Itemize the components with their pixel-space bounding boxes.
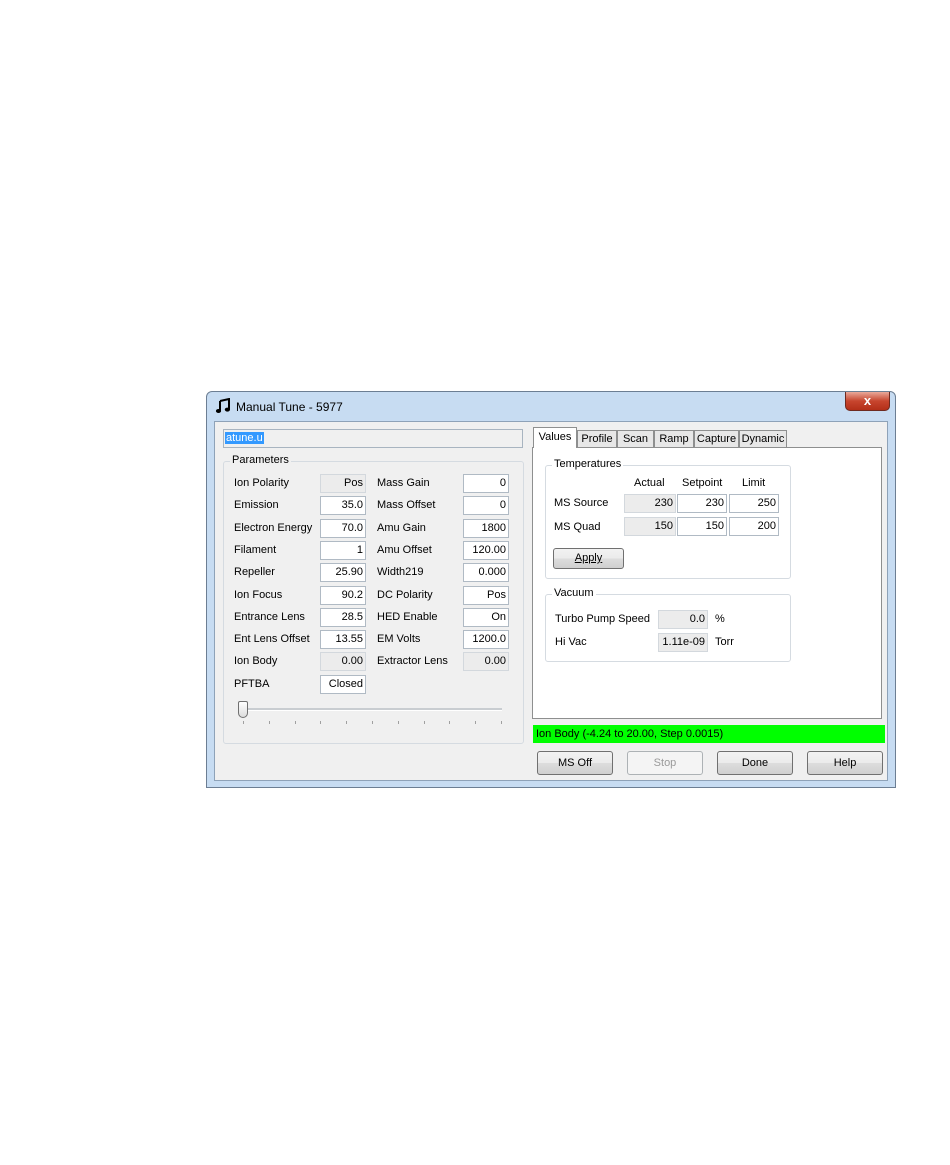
param-right-label: Amu Offset <box>377 543 432 556</box>
slider-tick <box>294 721 296 724</box>
slider-tick <box>449 721 451 724</box>
slider-tick <box>346 721 348 724</box>
param-left-label: Ent Lens Offset <box>234 633 310 646</box>
param-right-value[interactable]: 0.000 <box>463 563 509 583</box>
param-left-value[interactable]: 35.0 <box>320 496 366 516</box>
hi-vac-value: 1.11e-09 <box>658 633 708 652</box>
tab-ramp[interactable]: Ramp <box>654 430 694 448</box>
parameter-slider-thumb[interactable] <box>238 701 248 718</box>
param-left-label: Ion Body <box>234 655 278 668</box>
param-left-label: Ion Polarity <box>234 477 290 489</box>
dialog-client-area: atune.u Parameters Ion Polarity Pos Emissi… <box>214 421 888 781</box>
param-left-label: Electron Energy <box>234 521 313 534</box>
title-bar[interactable]: Manual Tune - 5977 x <box>207 392 895 420</box>
ms-off-button[interactable]: MS Off <box>537 751 613 775</box>
parameters-title: Parameters <box>230 454 291 466</box>
param-right-value[interactable]: 120.00 <box>463 540 509 560</box>
slider-tick <box>320 721 322 724</box>
param-left-value[interactable]: 13.55 <box>320 630 366 650</box>
slider-tick <box>397 721 399 724</box>
param-right-label: DC Polarity <box>377 588 433 601</box>
param-right-value: 0.00 <box>463 652 509 672</box>
ms-quad-setpoint[interactable]: 150 <box>677 517 727 536</box>
slider-tick <box>475 721 477 724</box>
param-right-label: Extractor Lens <box>377 655 448 668</box>
close-button[interactable]: x <box>845 392 890 411</box>
tab-dynamic[interactable]: Dynamic <box>739 430 787 448</box>
param-left-value: 0.00 <box>320 652 366 672</box>
param-right-value[interactable]: Pos <box>463 585 509 605</box>
turbo-pump-unit: % <box>715 613 725 625</box>
param-right-label: EM Volts <box>377 633 421 646</box>
param-left-label: Entrance Lens <box>234 610 305 623</box>
param-right-value[interactable]: On <box>463 607 509 627</box>
param-right-value[interactable]: 0 <box>463 496 509 516</box>
parameters-group: Parameters Ion Polarity Pos Emission 35.0 El… <box>223 454 524 744</box>
close-icon: x <box>863 393 872 408</box>
slider-tick <box>372 721 373 724</box>
apply-label: Apply <box>574 552 603 564</box>
ms-quad-actual: 150 <box>624 517 676 536</box>
vacuum-title: Vacuum <box>552 587 596 599</box>
param-left-value[interactable]: Closed <box>320 674 366 694</box>
ms-source-limit[interactable]: 250 <box>729 494 779 513</box>
help-button[interactable]: Help <box>807 751 883 775</box>
param-right-value[interactable]: 1200.0 <box>463 630 509 650</box>
ms-source-actual: 230 <box>624 494 676 513</box>
hi-vac-unit: Torr <box>715 636 734 648</box>
param-left-value[interactable]: 90.2 <box>320 585 366 605</box>
param-left-value: Pos <box>320 474 366 493</box>
tab-values[interactable]: Values <box>533 427 577 448</box>
ms-quad-label: MS Quad <box>554 521 601 533</box>
manual-tune-window: Manual Tune - 5977 x atune.u Parameters … <box>206 391 896 788</box>
param-right-value[interactable]: 1800 <box>463 518 509 538</box>
param-left-label: PFTBA <box>234 677 270 690</box>
ms-source-label: MS Source <box>554 497 609 509</box>
param-left-value[interactable]: 70.0 <box>320 518 366 538</box>
done-button[interactable]: Done <box>717 751 793 775</box>
temperatures-title: Temperatures <box>552 458 624 470</box>
turbo-pump-value: 0.0 <box>658 610 708 629</box>
apply-button[interactable]: Apply <box>553 548 624 569</box>
slider-tick <box>243 721 244 724</box>
setpoint-header: Setpoint <box>682 477 723 489</box>
slider-tick <box>268 721 270 724</box>
ms-source-setpoint[interactable]: 230 <box>677 494 727 513</box>
tab-scan[interactable]: Scan <box>617 430 654 448</box>
param-right-label: Mass Offset <box>377 499 436 512</box>
param-left-label: Ion Focus <box>234 588 283 601</box>
param-left-value[interactable]: 28.5 <box>320 607 366 627</box>
stop-button[interactable]: Stop <box>627 751 703 775</box>
tab-capture[interactable]: Capture <box>694 430 739 448</box>
turbo-pump-label: Turbo Pump Speed <box>555 613 650 625</box>
param-left-value[interactable]: 1 <box>320 540 366 560</box>
param-right-label: Width219 <box>377 566 424 579</box>
slider-tick <box>501 721 502 724</box>
ms-quad-limit[interactable]: 200 <box>729 517 779 536</box>
limit-header: Limit <box>742 477 766 489</box>
tune-file-name: atune.u <box>225 432 264 444</box>
vacuum-group: Vacuum Turbo Pump Speed 0.0 % Hi Vac 1.1… <box>545 587 791 662</box>
slider-tick <box>423 721 425 724</box>
hi-vac-label: Hi Vac <box>555 636 587 648</box>
param-left-label: Filament <box>234 543 277 556</box>
actual-header: Actual <box>634 477 665 489</box>
status-bar: Ion Body (-4.24 to 20.00, Step 0.0015) <box>533 725 885 743</box>
tab-profile[interactable]: Profile <box>577 430 617 448</box>
temperatures-group: Temperatures Actual Setpoint Limit MS So… <box>545 458 791 579</box>
param-right-label: Mass Gain <box>377 477 430 489</box>
param-right-label: HED Enable <box>377 610 438 623</box>
param-right-value[interactable]: 0 <box>463 474 509 493</box>
tune-file-field[interactable]: atune.u <box>223 429 523 448</box>
parameter-slider-track[interactable] <box>242 708 502 711</box>
param-left-label: Repeller <box>234 566 275 579</box>
param-left-label: Emission <box>234 499 279 512</box>
param-right-label: Amu Gain <box>377 521 426 534</box>
values-tab-panel: Temperatures Actual Setpoint Limit MS So… <box>532 447 882 719</box>
music-note-icon <box>215 398 230 413</box>
window-title: Manual Tune - 5977 <box>236 400 343 414</box>
param-left-value[interactable]: 25.90 <box>320 563 366 583</box>
